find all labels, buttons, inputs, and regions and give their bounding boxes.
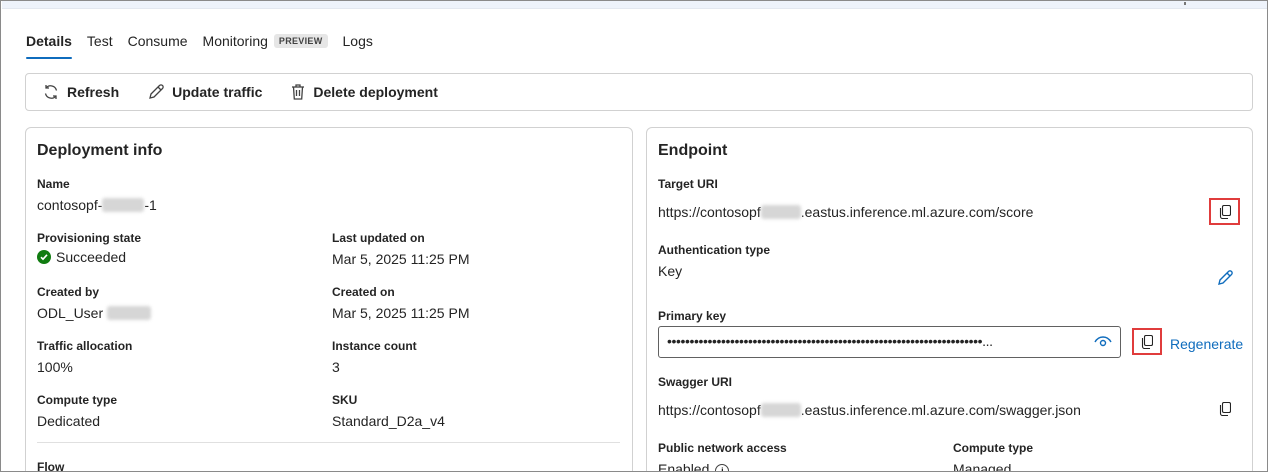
endpoint-compute-type-label: Compute type	[953, 441, 1034, 455]
copy-swagger-uri-button[interactable]	[1216, 400, 1234, 418]
provisioning-state-value: Succeeded	[37, 249, 126, 265]
traffic-allocation-label: Traffic allocation	[37, 339, 133, 353]
compute-type-label: Compute type	[37, 393, 118, 407]
update-traffic-label: Update traffic	[172, 84, 263, 100]
auth-type-value: Key	[658, 263, 683, 279]
redacted-text	[102, 198, 145, 212]
tab-details[interactable]: Details	[26, 31, 72, 61]
regenerate-link[interactable]: Regenerate	[1170, 336, 1243, 352]
redacted-text	[107, 306, 152, 320]
endpoint-compute-type-value: Managed	[953, 461, 1012, 472]
tab-consume[interactable]: Consume	[128, 31, 188, 61]
primary-key-label: Primary key	[658, 309, 727, 323]
tab-bar: Details Test Consume Monitoring PREVIEW L…	[26, 31, 388, 63]
sku-value: Standard_D2a_v4	[332, 413, 445, 429]
refresh-icon	[44, 85, 58, 99]
tab-test[interactable]: Test	[87, 31, 113, 61]
delete-deployment-label: Delete deployment	[313, 84, 438, 100]
swagger-uri-prefix: https://contosopf	[658, 402, 761, 418]
copy-primary-key-button[interactable]	[1132, 328, 1162, 355]
command-bar: Refresh Update traffic Delete deployment	[25, 73, 1253, 111]
primary-key-value: ••••••••••••••••••••••••••••••••••••••••…	[667, 333, 993, 349]
created-by-text: ODL_User	[37, 305, 104, 321]
tab-monitoring[interactable]: Monitoring PREVIEW	[203, 31, 328, 61]
instance-count-value: 3	[332, 359, 340, 375]
public-network-access-label: Public network access	[658, 441, 787, 455]
refresh-button[interactable]: Refresh	[42, 83, 119, 101]
checkmark-icon	[37, 250, 51, 264]
deployment-info-title: Deployment info	[37, 142, 163, 159]
swagger-uri-label: Swagger URI	[658, 375, 733, 389]
provisioning-state-label: Provisioning state	[37, 231, 142, 245]
endpoint-card: Endpoint Target URI https://contosopf .ea…	[646, 127, 1253, 472]
window-frame: Details Test Consume Monitoring PREVIEW L…	[0, 0, 1268, 472]
compute-type-value: Dedicated	[37, 413, 101, 429]
last-updated-value: Mar 5, 2025 11:25 PM	[332, 251, 470, 267]
deployment-info-card: Deployment info Name contosopf- -1 Provis…	[25, 127, 633, 472]
copy-icon	[1219, 402, 1231, 416]
copy-icon	[1219, 204, 1231, 219]
refresh-label: Refresh	[67, 84, 120, 100]
name-value: contosopf- -1	[37, 197, 157, 213]
primary-key-field[interactable]: ••••••••••••••••••••••••••••••••••••••••…	[658, 326, 1121, 358]
edit-auth-button[interactable]	[1213, 266, 1237, 290]
divider	[37, 442, 620, 443]
target-uri-suffix: .eastus.inference.ml.azure.com/score	[800, 204, 1034, 220]
created-by-value: ODL_User	[37, 305, 152, 321]
tab-logs[interactable]: Logs	[343, 31, 373, 61]
swagger-uri-value: https://contosopf .eastus.inference.ml.az…	[658, 402, 1081, 418]
auth-type-label: Authentication type	[658, 243, 771, 257]
target-uri-label: Target URI	[658, 177, 718, 191]
delete-deployment-button[interactable]: Delete deployment	[290, 83, 438, 101]
top-strip	[2, 1, 1267, 9]
info-icon[interactable]: i	[715, 464, 730, 471]
swagger-uri-suffix: .eastus.inference.ml.azure.com/swagger.j…	[800, 402, 1081, 418]
preview-badge: PREVIEW	[273, 34, 328, 48]
public-network-access-text: Enabled	[658, 461, 710, 472]
edit-icon	[1218, 270, 1233, 285]
name-suffix: -1	[144, 197, 157, 213]
eye-icon	[1094, 336, 1112, 347]
update-traffic-button[interactable]: Update traffic	[147, 83, 262, 101]
created-by-label: Created by	[37, 285, 100, 299]
edit-icon	[149, 84, 164, 99]
created-on-value: Mar 5, 2025 11:25 PM	[332, 305, 470, 321]
last-updated-label: Last updated on	[332, 231, 425, 245]
show-key-button[interactable]	[1093, 333, 1113, 351]
copy-icon	[1141, 334, 1153, 349]
tab-monitoring-label: Monitoring	[202, 33, 268, 49]
delete-icon	[292, 84, 305, 100]
instance-count-label: Instance count	[332, 339, 417, 353]
sku-label: SKU	[332, 393, 358, 407]
target-uri-prefix: https://contosopf	[658, 204, 761, 220]
name-prefix: contosopf-	[37, 197, 103, 213]
provisioning-state-text: Succeeded	[56, 249, 127, 265]
target-uri-value: https://contosopf .eastus.inference.ml.az…	[658, 204, 1033, 220]
flow-label: Flow	[37, 460, 65, 472]
created-on-label: Created on	[332, 285, 395, 299]
copy-target-uri-button[interactable]	[1209, 198, 1240, 225]
traffic-allocation-value: 100%	[37, 359, 73, 375]
redacted-text	[760, 205, 801, 219]
endpoint-title: Endpoint	[658, 142, 728, 159]
public-network-access-value: Enabled i	[658, 461, 730, 472]
name-label: Name	[37, 177, 70, 191]
redacted-text	[760, 403, 801, 417]
